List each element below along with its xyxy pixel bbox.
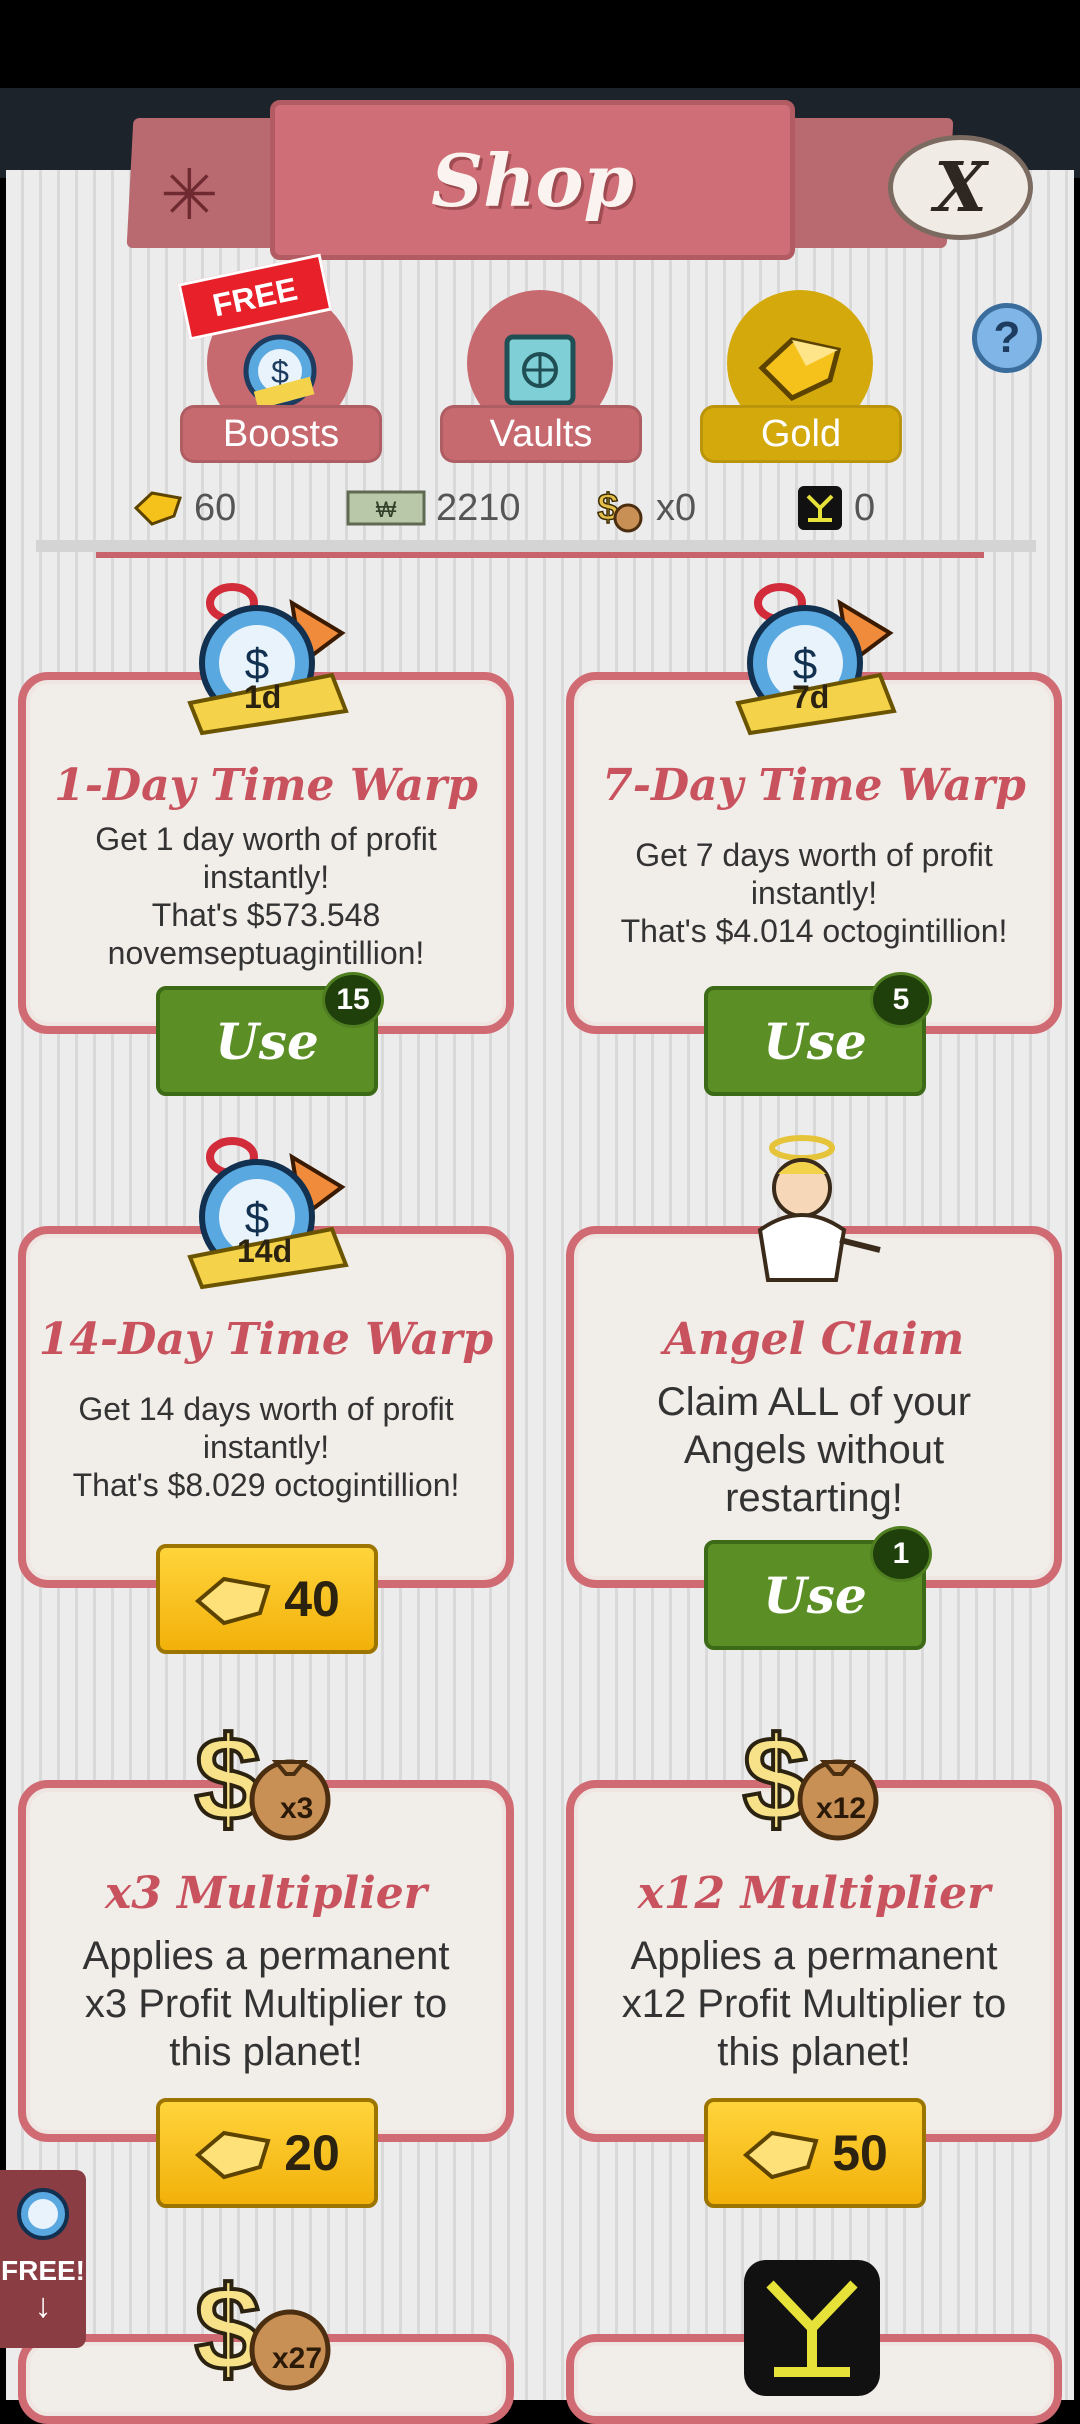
gold-icon: [132, 488, 184, 528]
buy-gold-button[interactable]: 20: [156, 2098, 378, 2208]
close-button[interactable]: X: [888, 135, 1033, 240]
page-title: Shop: [431, 137, 634, 223]
count-badge: 5: [870, 972, 932, 1028]
moneybag-icon: $: [594, 482, 646, 534]
item-description: Get 7 days worth of profit instantly! That…: [620, 837, 1008, 949]
item-description: Get 1 day worth of profit instantly! That'…: [95, 821, 437, 971]
close-icon: X: [934, 147, 987, 228]
status-bar: [0, 0, 1080, 88]
time-warp-label: 7d: [792, 679, 830, 715]
free-offer-tab[interactable]: FREE! ↓: [0, 2170, 86, 2348]
item-title: Angel Claim: [663, 1314, 965, 1365]
price-label: 40: [284, 1571, 340, 1627]
item-title: 14-Day Time Warp: [38, 1314, 494, 1365]
count-badge: 15: [322, 972, 384, 1028]
multiplier-label: x12: [816, 1792, 867, 1825]
divider-accent: [96, 552, 984, 558]
svg-text:$: $: [195, 2262, 262, 2396]
multiplier-label: x27: [272, 2342, 323, 2375]
flux-value: 0: [854, 486, 876, 529]
flux-icon: [796, 484, 844, 532]
tab-label: Boosts: [180, 405, 382, 463]
divider: [36, 540, 1036, 552]
moneybag-value: x0: [656, 486, 697, 529]
down-arrow-icon: ↓: [34, 2287, 52, 2325]
stopwatch-icon: $: [232, 320, 328, 416]
megabucks-icon: ₩: [346, 488, 426, 528]
time-warp-label: 14d: [237, 1233, 293, 1269]
gold-icon: [752, 320, 848, 416]
price-label: 50: [832, 2125, 888, 2181]
item-description: Claim ALL of your Angels without restartin…: [656, 1380, 972, 1520]
svg-text:$: $: [743, 1712, 810, 1846]
time-warp-label: 1d: [244, 679, 282, 715]
moneybag-balance: $ x0: [594, 478, 696, 538]
item-description: Applies a permanent x12 Profit Multiplier…: [621, 1934, 1007, 2074]
gold-balance: 60: [132, 478, 236, 538]
item-title: x12 Multiplier: [637, 1868, 991, 1919]
item-description: Get 14 days worth of profit instantly! Tha…: [72, 1391, 460, 1503]
multiplier-moneybag-icon: $ x3: [188, 1700, 358, 1860]
time-warp-icon: $ 14d: [182, 1137, 352, 1297]
header-banner: Shop: [270, 100, 795, 260]
item-title: 7-Day Time Warp: [602, 760, 1026, 811]
count-badge: 1: [870, 1526, 932, 1582]
stopwatch-icon: [17, 2188, 69, 2240]
item-title: x3 Multiplier: [105, 1868, 427, 1919]
time-warp-icon: $ 1d: [182, 583, 352, 743]
svg-text:₩: ₩: [376, 497, 397, 522]
tab-gold[interactable]: Gold: [700, 290, 902, 463]
item-description: Applies a permanent x3 Profit Multiplier …: [82, 1934, 450, 2074]
buy-gold-button[interactable]: 40: [156, 1544, 378, 1654]
star-decoration-icon: ✳: [160, 156, 219, 234]
price-label: 20: [284, 2125, 340, 2181]
gold-icon: [195, 2130, 271, 2180]
item-title: 1-Day Time Warp: [54, 760, 478, 811]
multiplier-moneybag-icon: $ x27: [188, 2250, 358, 2410]
vault-icon: [492, 320, 588, 416]
megabucks-value: 2210: [436, 486, 521, 529]
tab-label: Gold: [700, 405, 902, 463]
buy-gold-button[interactable]: 50: [704, 2098, 926, 2208]
gold-value: 60: [194, 486, 237, 529]
svg-text:$: $: [195, 1712, 262, 1846]
megabucks-balance: ₩ 2210: [346, 478, 521, 538]
multiplier-label: x3: [280, 1792, 314, 1825]
flux-icon: [740, 2256, 910, 2416]
gold-icon: [743, 2130, 819, 2180]
question-icon: ?: [993, 313, 1021, 362]
tab-vaults[interactable]: Vaults: [440, 290, 642, 463]
time-warp-icon: $ 7d: [730, 583, 900, 743]
gold-icon: [195, 1576, 271, 1626]
multiplier-moneybag-icon: $ x12: [736, 1700, 906, 1860]
tab-label: Vaults: [440, 405, 642, 463]
help-button[interactable]: ?: [972, 303, 1042, 373]
flux-balance: 0: [796, 478, 875, 538]
angel-icon: [740, 1130, 910, 1290]
free-label: FREE!: [1, 2255, 85, 2286]
